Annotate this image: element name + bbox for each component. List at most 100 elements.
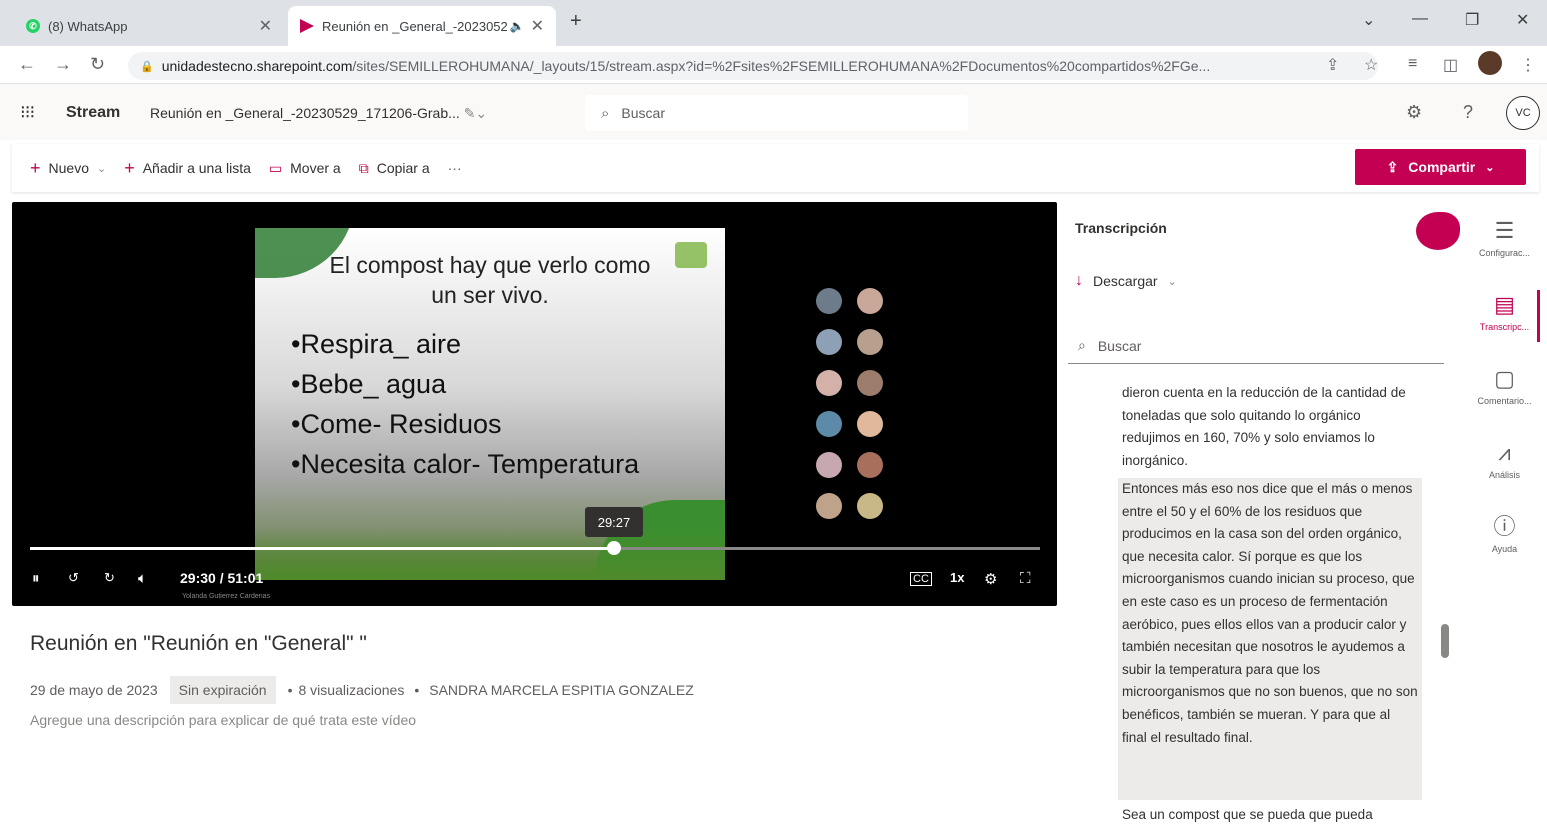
tab-whatsapp[interactable]: ✆ (8) WhatsApp ✕ [14,6,284,46]
transcript-entry[interactable]: Sea un compost que se pueda que pueda [1118,804,1422,827]
slide-bullet: •Come- Residuos [291,409,502,439]
search-icon: ⌕ [601,104,610,122]
rail-item-transcript[interactable]: ▤ Transcripc... [1462,290,1547,332]
separator-dot: • [414,682,420,698]
transcript-search-input[interactable]: ⌕ Buscar [1068,328,1444,364]
transcript-scrollbar[interactable] [1441,624,1449,658]
share-label: Compartir [1408,159,1476,175]
captions-button[interactable]: CC [910,572,932,586]
active-indicator [1537,290,1540,342]
rewind-10-icon[interactable]: ↺ [68,570,79,586]
rail-item-help[interactable]: ⓘ Ayuda [1462,512,1547,554]
copy-to-button[interactable]: ⧉ Copiar a [359,160,430,177]
rail-item-settings[interactable]: ☰ Configurac... [1462,216,1547,258]
playback-speed-button[interactable]: 1x [950,570,964,585]
side-panel-icon[interactable]: ◫ [1443,55,1458,75]
transcript-panel: Transcripción ↓ Descargar ⌄ ⌕ Buscar die… [1060,202,1460,827]
video-title[interactable]: Reunión en "Reunión en "General" " [30,632,367,656]
slide-title: El compost hay que verlo como un ser viv… [255,250,725,310]
participant-avatar [816,288,842,314]
profile-avatar[interactable] [1478,51,1502,75]
url-path: /sites/SEMILLEROHUMANA/_layouts/15/strea… [352,58,1211,74]
document-title[interactable]: Reunión en _General_-20230529_171206-Gra… [150,105,487,122]
add-to-list-label: Añadir a una lista [142,160,251,176]
transcript-entry-active[interactable]: Entonces más eso nos dice que el más o m… [1118,478,1422,800]
participant-avatar [857,329,883,355]
progress-bar[interactable] [30,541,1040,555]
expiration-badge[interactable]: Sin expiración [169,676,276,704]
rail-label: Ayuda [1491,544,1518,554]
progress-thumb[interactable] [606,541,621,555]
command-bar: + Nuevo ⌄ + Añadir a una lista ▭ Mover a… [12,144,1539,192]
description-field[interactable]: Agregue una descripción para explicar de… [30,712,416,728]
right-rail: ☰ Configurac... ▤ Transcripc... ▢ Coment… [1462,202,1547,827]
share-page-icon[interactable]: ⇪ [1326,55,1339,75]
settings-gear-icon[interactable]: ⚙ [984,570,997,588]
close-window-icon[interactable]: ✕ [1516,10,1529,30]
participant-avatar [857,452,883,478]
lock-icon[interactable]: 🔒 [140,60,154,73]
help-question-icon[interactable]: ? [1463,102,1473,123]
video-date: 29 de mayo de 2023 [30,682,158,698]
maximize-icon[interactable]: ❐ [1465,10,1479,30]
rail-label: Configurac... [1478,248,1531,258]
user-avatar[interactable]: VC [1506,96,1540,130]
rail-item-comments[interactable]: ▢ Comentario... [1462,364,1547,406]
minimize-icon[interactable]: — [1412,10,1428,28]
participant-avatar [816,329,842,355]
tab-stream[interactable]: Reunión en _General_-2023052 🔈 ✕ [288,6,556,46]
url-field[interactable]: 🔒 unidadestecno.sharepoint.com/sites/SEM… [128,52,1378,80]
settings-gear-icon[interactable]: ⚙ [1406,102,1422,123]
folder-move-icon: ▭ [268,159,283,176]
bookmark-star-icon[interactable]: ☆ [1364,55,1378,75]
plus-icon: + [30,157,41,178]
move-to-label: Mover a [290,160,341,176]
close-tab-icon[interactable]: ✕ [531,16,544,36]
fullscreen-icon[interactable]: ⛶ [1020,570,1031,587]
video-meta: 29 de mayo de 2023 Sin expiración • 8 vi… [30,676,694,704]
forward-10-icon[interactable]: ↻ [104,570,115,586]
browser-menu-icon[interactable]: ⋮ [1520,55,1536,75]
comment-icon: ▢ [1494,366,1515,391]
volume-icon[interactable]: 🔈︎ [138,570,147,587]
copy-to-label: Copiar a [376,160,430,176]
audio-playing-icon[interactable]: 🔈 [510,19,525,33]
add-to-list-button[interactable]: + Añadir a una lista [124,158,251,179]
reload-icon[interactable]: ↻ [90,54,105,75]
chevron-down-icon: ⌄ [1167,275,1177,288]
download-button[interactable]: ↓ Descargar ⌄ [1075,272,1177,290]
app-name[interactable]: Stream [66,104,120,122]
move-to-button[interactable]: ▭ Mover a [269,160,341,177]
download-icon: ↓ [1075,272,1083,289]
share-button[interactable]: ⇪ Compartir ⌄ [1355,149,1526,185]
participant-avatar [816,493,842,519]
participant-avatar [816,452,842,478]
tab-title: (8) WhatsApp [48,18,128,34]
new-tab-button[interactable]: + [570,10,582,33]
rail-label: Análisis [1488,470,1520,480]
back-icon[interactable]: ← [18,54,36,75]
app-launcher-icon[interactable]: ⁝⁝⁝ [20,102,35,123]
forward-icon[interactable]: → [54,54,72,75]
slide-title-line: El compost hay que verlo como [329,252,651,278]
progress-fill [30,547,614,550]
rail-item-analytics[interactable]: ⩘ Análisis [1462,438,1547,480]
tab-search-icon[interactable]: ⌄ [1362,10,1375,30]
pause-icon[interactable]: ⏸ [32,570,40,587]
participant-avatar [857,411,883,437]
more-commands-button[interactable]: ··· [448,160,462,176]
reading-list-icon[interactable]: ≡ [1408,55,1417,73]
tab-title: Reunión en _General_-2023052 [322,18,508,34]
app-header: ⁝⁝⁝ Stream Reunión en _General_-20230529… [0,84,1547,140]
speaker-caption: Yolanda Gutierrez Cardenas [182,593,271,600]
address-bar: ← → ↻ 🔒 unidadestecno.sharepoint.com/sit… [0,46,1547,84]
new-button[interactable]: + Nuevo ⌄ [30,158,106,179]
transcript-entry[interactable]: dieron cuenta en la reducción de la cant… [1118,382,1422,472]
participant-avatar [816,411,842,437]
video-owner[interactable]: SANDRA MARCELA ESPITIA GONZALEZ [429,682,694,698]
copy-icon: ⧉ [358,159,369,176]
video-player[interactable]: El compost hay que verlo como un ser viv… [12,202,1057,606]
close-tab-icon[interactable]: ✕ [259,16,272,36]
search-box[interactable]: ⌕ Buscar [585,95,968,131]
separator-dot: • [287,682,293,698]
